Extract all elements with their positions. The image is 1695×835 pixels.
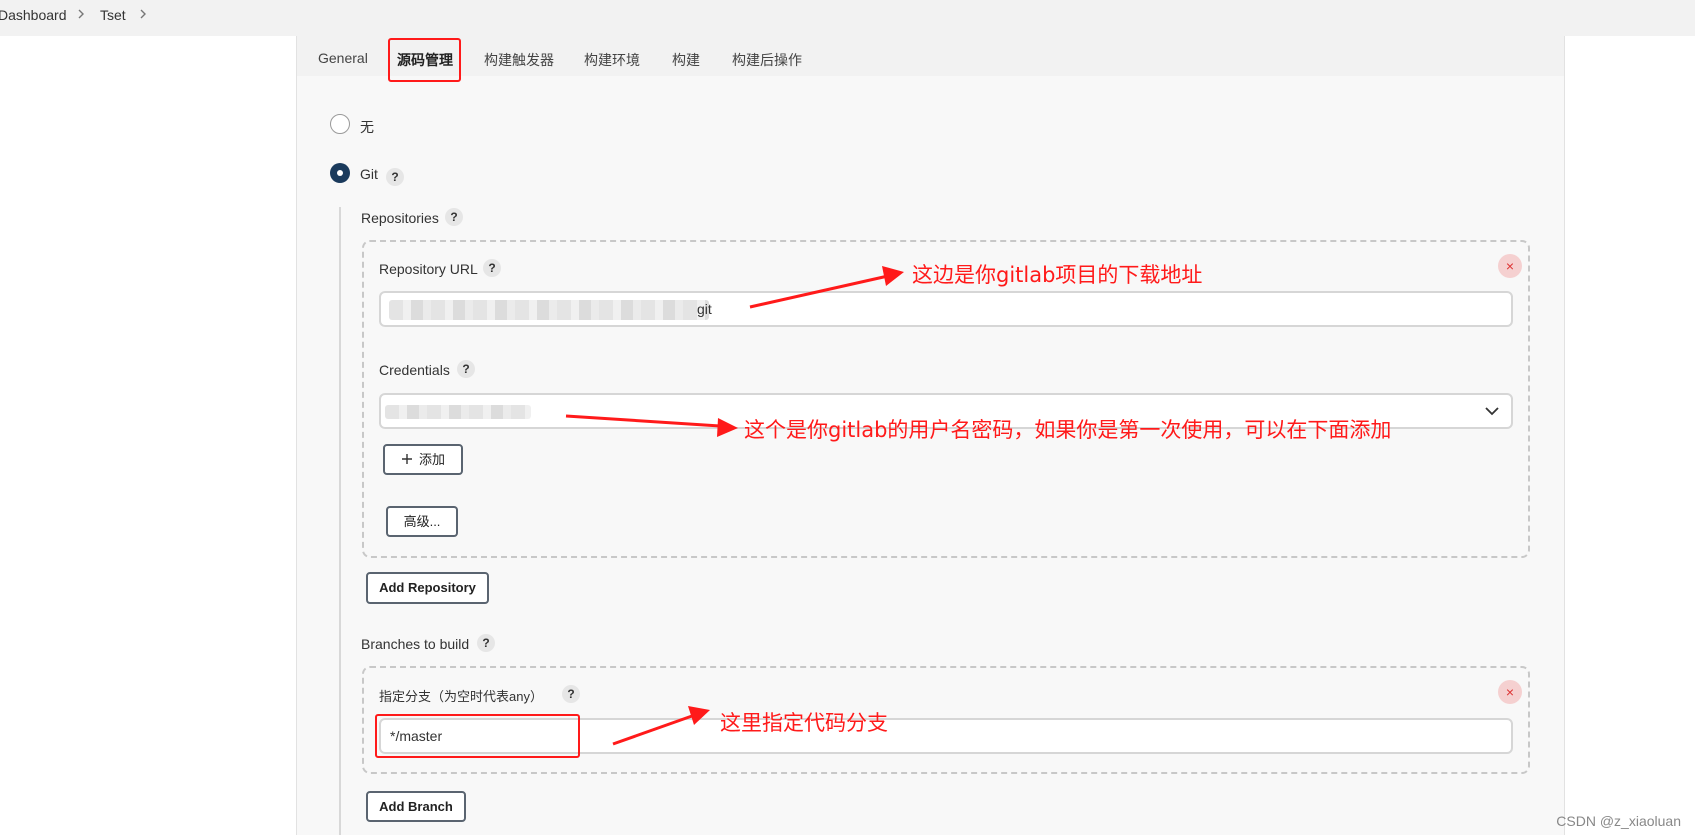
watermark: CSDN @z_xiaoluan [1556, 813, 1681, 829]
annotation-credentials: 这个是你gitlab的用户名密码，如果你是第一次使用，可以在下面添加 [744, 418, 1392, 442]
annotation-repo-url: 这边是你gitlab项目的下载地址 [912, 263, 1203, 287]
annotation-branch: 这里指定代码分支 [720, 711, 888, 735]
